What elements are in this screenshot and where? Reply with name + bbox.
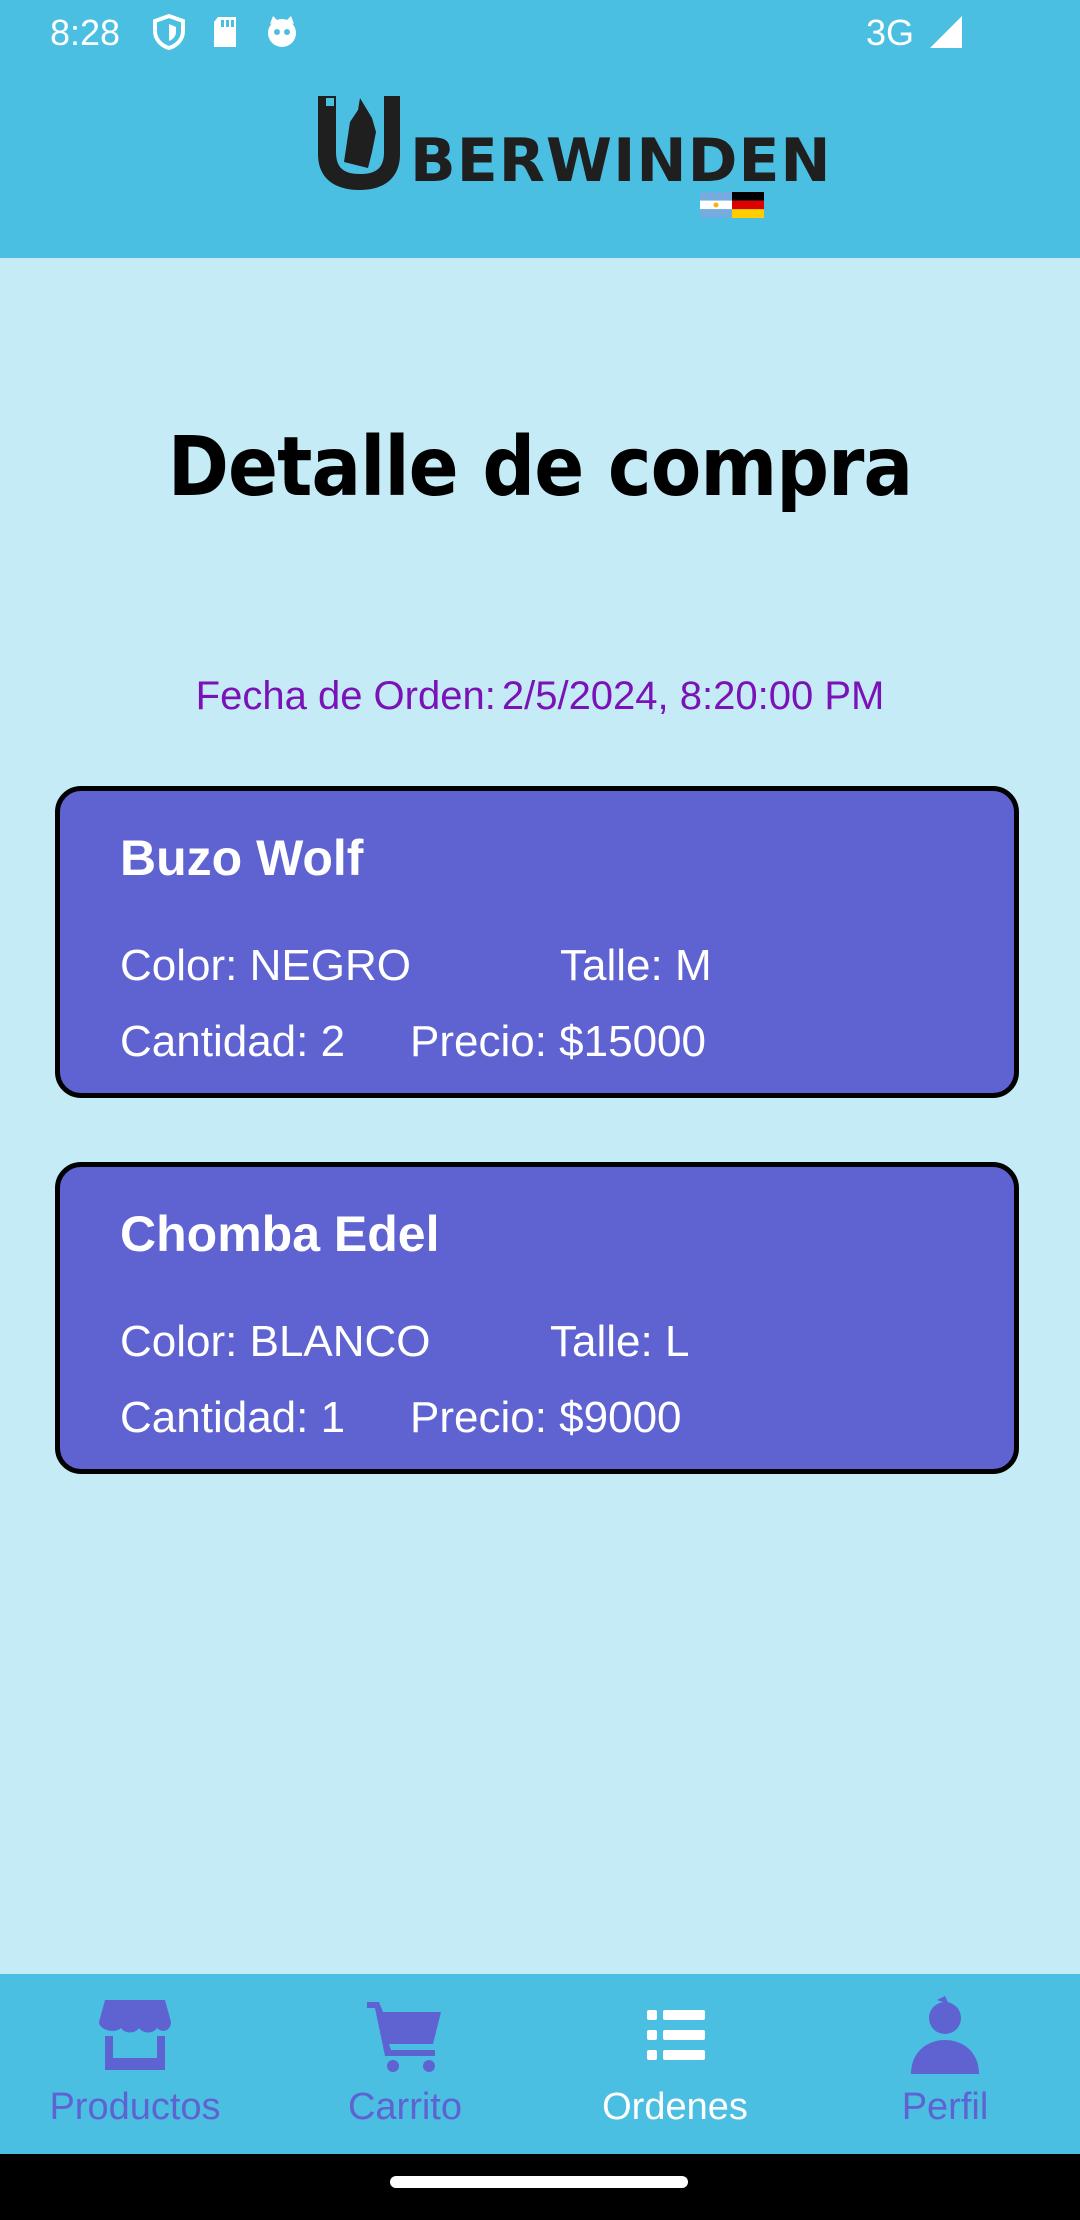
bottom-navigation: Productos Carrito Ordenes Perfil [0, 1974, 1080, 2154]
nav-perfil[interactable]: Perfil [810, 1974, 1080, 2154]
cat-face-icon [264, 14, 298, 50]
nav-label: Productos [49, 2086, 221, 2128]
item-size: Talle: M [560, 941, 712, 990]
item-quantity: Cantidad: 2 [120, 1017, 346, 1066]
status-icons [152, 13, 298, 51]
app-header: 8:28 3G BERWINDEN [0, 0, 1080, 258]
sd-card-icon [208, 14, 242, 50]
status-time: 8:28 [50, 12, 121, 53]
brand-logo: BERWINDEN [314, 92, 831, 220]
nav-productos[interactable]: Productos [0, 1974, 270, 2154]
item-price: Precio: $15000 [410, 1017, 706, 1066]
home-gesture-handle[interactable] [390, 2176, 688, 2188]
nav-ordenes[interactable]: Ordenes [540, 1974, 810, 2154]
logo-wordmark: BERWINDEN [410, 126, 832, 196]
signal-icon [926, 14, 966, 50]
list-icon [647, 2010, 705, 2060]
order-item-card: Chomba Edel Color: BLANCO Talle: L Canti… [55, 1162, 1019, 1474]
cart-icon [367, 2002, 441, 2072]
order-date-value: 2/5/2024, 8:20:00 PM [501, 674, 885, 718]
store-icon [99, 2000, 171, 2070]
nav-label: Perfil [901, 2086, 989, 2128]
shield-icon [152, 13, 186, 51]
wolf-logo-icon [318, 96, 400, 190]
system-navigation-bar [0, 2154, 1080, 2220]
order-date-label: Fecha de Orden: [195, 674, 496, 718]
item-size: Talle: L [550, 1317, 690, 1366]
item-color: Color: BLANCO [120, 1317, 431, 1366]
nav-carrito[interactable]: Carrito [270, 1974, 540, 2154]
item-name: Buzo Wolf [120, 830, 364, 886]
item-name: Chomba Edel [120, 1206, 440, 1262]
nav-label: Carrito [347, 2086, 463, 2128]
order-item-card: Buzo Wolf Color: NEGRO Talle: M Cantidad… [55, 786, 1019, 1098]
page-title: Detalle de compra [167, 420, 913, 515]
nav-label: Ordenes [602, 2086, 748, 2128]
flags-icon [700, 192, 764, 218]
item-quantity: Cantidad: 1 [120, 1393, 346, 1442]
item-price: Precio: $9000 [410, 1393, 682, 1442]
network-type: 3G [866, 12, 915, 53]
order-date: Fecha de Orden: 2/5/2024, 8:20:00 PM [0, 674, 1080, 719]
user-icon [911, 1996, 979, 2074]
item-color: Color: NEGRO [120, 941, 411, 990]
